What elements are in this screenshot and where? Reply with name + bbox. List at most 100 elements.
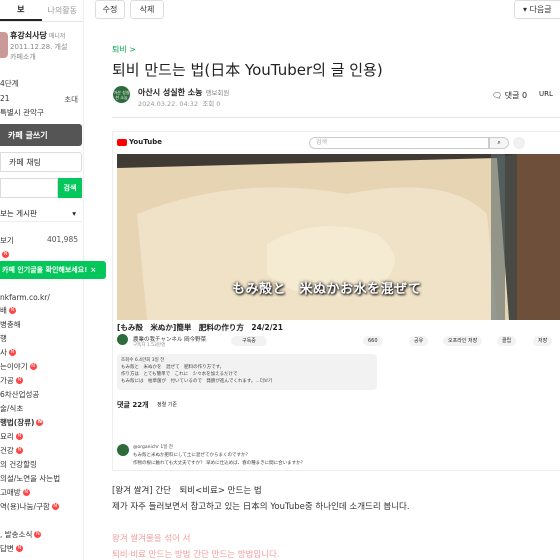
sidebar-menu-item[interactable]: 행 [0,333,7,344]
sidebar-menu-label: 행 [0,334,7,343]
yt-desc-line: もみ殻と 米ぬかを 混ぜて 肥料の作り方です。 [121,365,225,370]
yt-comment-text: もみ殻と米ぬか肥料にして土に混ぜてからまくのですか？ [133,453,250,458]
tab-cafe-info[interactable]: 보 [0,0,42,21]
cafe-level: 4단계 [0,79,19,88]
new-badge: N [15,377,23,384]
sidebar-menu-item[interactable]: 술/식초 [0,403,23,414]
new-badge: N [8,349,16,356]
cafe-search-button[interactable]: 검색 [58,178,82,198]
yt-desc-line: 조회수 6.4만회 3일 전 [121,358,165,363]
new-badge: N [2,251,9,258]
cafe-location: 특별시 관악구 [0,108,44,117]
all-posts-count: 401,985 [46,235,78,244]
cafe-write-button[interactable]: 카페 글쓰기 [0,124,82,146]
sidebar-menu-label: 요리 [0,432,14,441]
sidebar-menu-label: 술/식초 [0,404,24,413]
cafe-intro-link[interactable]: 카페소개 [10,52,36,62]
new-badge: N [8,307,16,314]
channel-avatar [117,334,128,345]
sidebar-menu-label: 가공 [0,376,14,385]
close-icon[interactable]: × [90,266,96,274]
comment-icon: 🗨 [492,91,505,100]
cafe-info: 휴강쇠사당 매니저 2011.12.28. 개설 카페소개 [0,30,83,64]
sidebar-menu-item[interactable]: 건강 N [0,445,23,456]
next-post-button[interactable]: ▾ 다음글 [514,0,560,19]
sidebar-menu-label: 6차산업성공 [0,390,40,399]
new-badge: N [15,433,23,440]
breadcrumb[interactable]: 퇴비 > [112,44,136,55]
yt-description: 조회수 6.4만회 3일 전 もみ殻と 米ぬかを 混ぜて 肥料の作り方です。 作… [117,354,377,390]
sidebar-menu-item[interactable]: 병충해 [0,319,21,330]
tab-my-activity[interactable]: 나의활동 [42,0,84,21]
yt-video-title: [もみ殻 米ぬか]簡単 肥料の作り方 24/2/21 [117,323,283,332]
sidebar-menu-item[interactable]: 의설/노연을 사는법 [0,473,60,484]
sidebar-menu-label: 고매방 [0,488,21,497]
page-title: 퇴비 만드는 법(日本 YouTuber의 글 인용) [112,61,383,79]
yt-subscribe-button: 구독중 [231,336,267,346]
cafe-created-date: 2011.12.28. 개설 [10,43,68,51]
sidebar-menu-label: 의설/노연을 사는법 [0,474,61,483]
new-badge: N [15,545,23,552]
sidebar-menu-item[interactable]: 답변 N [0,543,23,554]
yt-sort-label: 정렬 기준 [157,402,177,408]
favorite-boards-select[interactable]: 보는 게시판 ▾ [0,206,82,222]
cafe-url[interactable]: nkfarm.co.kr/ [0,293,83,302]
sidebar-menu-label: 병충해 [0,320,21,329]
yt-desc-line: もみ殻には 枯草菌が 付いているので 発酵が進んでくれます。...더보기 [121,379,273,384]
new-badge: N [51,503,59,510]
body-text-line: 퇴비·비료 만드는 방법 간단 만드는 방법입니다. [112,550,280,560]
sidebar-menu-item[interactable]: 의 건강할링 [0,459,37,470]
avatar[interactable]: 아산 성실한 소농 [113,86,130,103]
sidebar-menu-item[interactable]: 역(용)나눔/구함 N [0,501,59,512]
yt-subscriber-count: 구독자 1.53만명 [133,343,166,348]
edit-button[interactable]: 수정 [95,0,125,19]
sidebar-menu-item[interactable]: 사N [0,347,16,358]
invite-link[interactable]: 초대 [64,94,78,105]
yt-comment-author: @organichr 1일 전 [133,445,173,450]
post-date: 2024.03.22. 04:32 [138,100,199,108]
sidebar-tabs: 보 나의활동 [0,0,83,22]
sidebar-menu-label: 역(용)나눔/구함 [0,502,50,511]
url-copy-link[interactable]: URL [539,90,553,98]
sidebar-menu-item[interactable]: 는이야기 N [0,361,37,372]
new-badge: N [15,447,23,454]
sidebar-menu-item[interactable]: 행법(장류) N [0,417,44,428]
yt-comments-count: 댓글 22개 [117,401,149,409]
video-frame: もみ殻と 米ぬかお水を混ぜて [117,154,560,320]
body-text-line: [왕겨 쌀겨] 간단 퇴비<비료> 만드는 법 [112,486,262,496]
cafe-avatar [0,32,8,58]
all-posts-link[interactable]: 보기 401,985 [0,235,83,246]
new-badge: N [36,419,44,426]
sidebar-menu-label: 사 [0,348,7,357]
mic-icon [513,137,525,149]
delete-button[interactable]: 삭제 [130,0,164,19]
chevron-down-icon: ▾ [72,209,76,218]
body-text-line: 제가 자주 들러보면서 참고하고 있는 日本의 YouTube중 하나인데 소개… [112,502,410,512]
sidebar-menu-item[interactable]: 가공 N [0,375,23,386]
cafe-name[interactable]: 휴강쇠사당 매니저 [10,30,65,41]
manager-badge: 매니저 [48,33,66,40]
yt-like-button: 660 [363,336,383,346]
sidebar-menu-label: 답변 [0,544,14,553]
youtube-screenshot-image: YouTube 검색 ⌕ もみ殻と 米ぬかお水を混ぜて [もみ殻 米ぬか]簡単 … [112,131,560,471]
sidebar-menu-item[interactable]: 요리 N [0,431,23,442]
cafe-search-input[interactable] [0,178,58,198]
body-text-line: 왕겨 쌀겨물을 섞어 서 [112,534,191,544]
new-badge: N [29,363,37,370]
popular-posts-toast[interactable]: 카페 인기글을 확인해보세요! × [0,261,106,279]
sidebar-menu-item[interactable]: , 발송소식 N [0,529,42,540]
view-count: 조회 0 [202,100,221,108]
sidebar-menu-item[interactable]: 고매방 N [0,487,30,498]
search-icon: ⌕ [489,137,509,149]
youtube-logo-icon [117,139,127,146]
sidebar-menu-item[interactable]: 6차산업성공 [0,389,39,400]
yt-clip-button: 클립 [497,336,517,346]
comment-link[interactable]: 🗨 댓글 0 [492,90,527,101]
sidebar-menu-label: 행법(장류) [0,418,35,427]
yt-comment-text: 作物の根に触れても大丈夫ですか？ 早めに仕込めば、春の種まきに間に合いますか？ [133,461,306,466]
author-name[interactable]: 아산시 성실한 소농 맹보회원 [138,87,229,98]
cafe-chat-button[interactable]: 카페 채팅 [0,152,82,172]
video-caption: もみ殻と 米ぬかお水を混ぜて [232,282,422,297]
post-meta: 2024.03.22. 04:32 조회 0 [138,98,220,108]
sidebar-menu-item[interactable]: 배N [0,305,16,316]
